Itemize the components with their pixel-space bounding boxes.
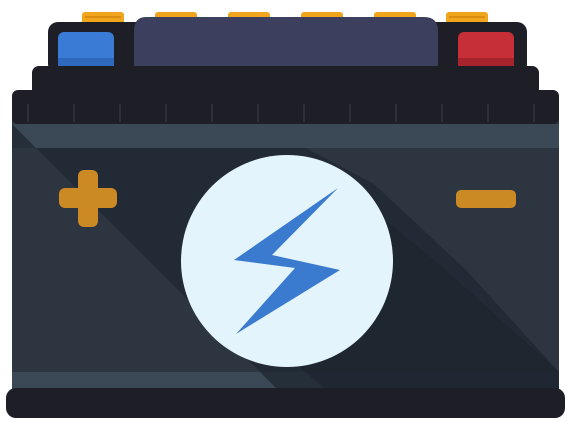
body-upper-band <box>12 124 559 148</box>
emblem <box>181 155 393 367</box>
negative-terminal <box>58 32 114 68</box>
battery-illustration <box>6 12 565 418</box>
body-top-rim <box>12 90 559 124</box>
minus-icon <box>456 190 516 208</box>
battery-base <box>6 388 565 418</box>
lid-label-panel <box>134 17 438 70</box>
positive-terminal <box>458 32 514 68</box>
